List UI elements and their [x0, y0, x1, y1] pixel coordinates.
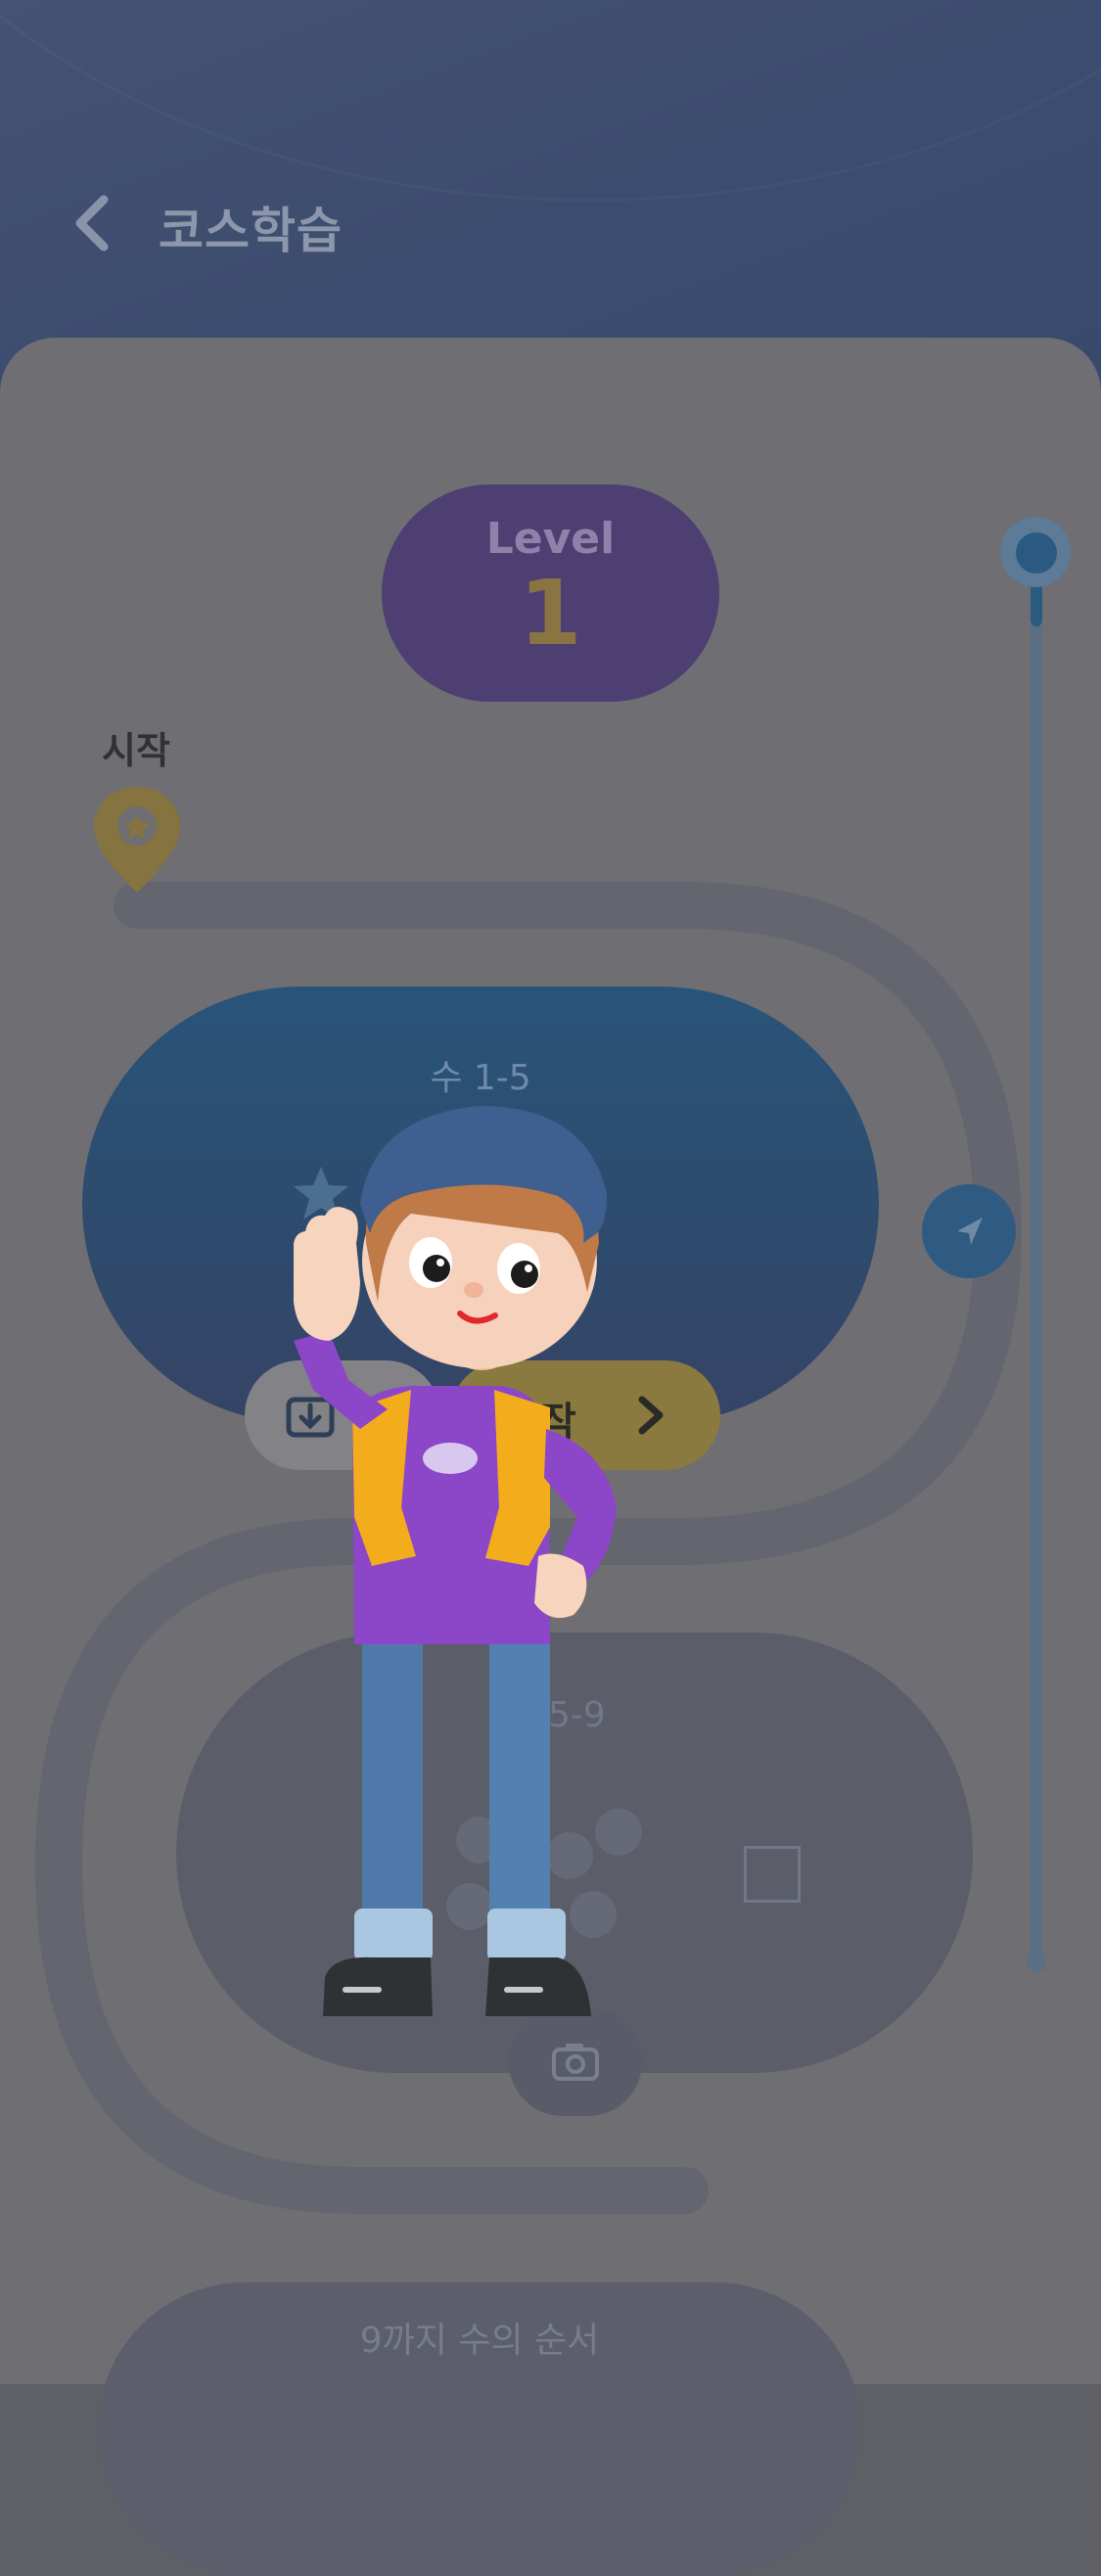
stage-title: 9까지 수의 순서 [359, 2321, 600, 2361]
level-badge[interactable]: Level 1 [382, 484, 719, 702]
scrollbar-end [1027, 1953, 1046, 1972]
level-label: Level [485, 514, 616, 564]
progress-scrollbar[interactable] [1031, 548, 1042, 1967]
current-position-button[interactable] [922, 1184, 1016, 1278]
stage-card-3[interactable]: 9까지 수의 순서 [98, 2282, 861, 2576]
scrollbar-knob[interactable] [1016, 532, 1057, 574]
mascot-character [294, 1106, 617, 2016]
stage-title: 수 1-5 [430, 1058, 531, 1098]
start-label: 시작 [102, 729, 170, 772]
navigation-arrow-icon [957, 1218, 983, 1245]
star-map-pin-icon [94, 787, 180, 893]
level-number: 1 [519, 561, 582, 666]
checkbox-icon [744, 1846, 801, 1903]
